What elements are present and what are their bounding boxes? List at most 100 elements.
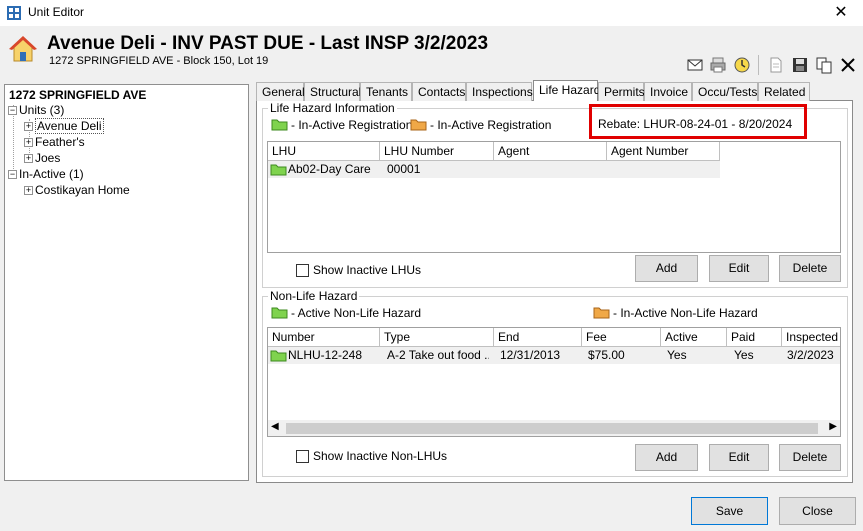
tab-related[interactable]: Related xyxy=(758,82,810,101)
lhu-grid[interactable]: LHU LHU Number Agent Agent Number Ab02-D… xyxy=(267,141,841,253)
legend-inactive-registration: - In-Active Registration xyxy=(410,118,551,132)
email-icon[interactable] xyxy=(686,56,704,74)
table-row[interactable]: Ab02-Day Care 00001 xyxy=(268,161,720,178)
collapse-icon[interactable]: − xyxy=(8,170,17,180)
column-header[interactable]: End xyxy=(494,328,582,347)
save-icon[interactable] xyxy=(791,56,809,74)
cell-lhu: Ab02-Day Care xyxy=(288,162,371,176)
column-header[interactable]: LHU xyxy=(268,142,380,161)
tree-node-label: In-Active (1) xyxy=(19,167,84,181)
tree-node-label: Feather's xyxy=(35,135,85,149)
legend-active-nlh: - Active Non-Life Hazard xyxy=(271,306,421,320)
nlh-grid[interactable]: Number Type End Fee Active Paid Inspecte… xyxy=(267,327,841,437)
expand-icon[interactable]: + xyxy=(24,138,33,148)
tree-node-costikayan-home[interactable]: + Costikayan Home xyxy=(24,183,130,197)
cell-active: Yes xyxy=(667,348,687,362)
scroll-right-icon[interactable]: ▶ xyxy=(829,421,837,432)
cell-fee: $75.00 xyxy=(588,348,625,362)
tree-node-label: Avenue Deli xyxy=(35,118,104,134)
green-folder-icon xyxy=(271,119,288,131)
app-icon xyxy=(7,6,21,20)
column-header[interactable]: Agent Number xyxy=(607,142,720,161)
tab-contacts[interactable]: Contacts xyxy=(412,82,466,101)
tab-permits[interactable]: Permits xyxy=(598,82,645,101)
tree-node-feathers[interactable]: + Feather's xyxy=(24,135,85,149)
expand-icon[interactable]: + xyxy=(24,122,33,132)
tab-inspections[interactable]: Inspections xyxy=(466,82,533,101)
column-header[interactable]: Agent xyxy=(494,142,607,161)
cell-lhu-number: 00001 xyxy=(387,162,421,176)
tab-invoice[interactable]: Invoice xyxy=(644,82,692,101)
save-button[interactable]: Save xyxy=(691,497,768,525)
cell-inspected: 3/2/2023 xyxy=(787,348,834,362)
house-icon xyxy=(9,36,37,62)
legend-label: - Active Non-Life Hazard xyxy=(291,306,422,320)
show-inactive-lhus-checkbox[interactable] xyxy=(296,264,309,277)
group-title: Non-Life Hazard xyxy=(268,289,360,303)
tree-root[interactable]: 1272 SPRINGFIELD AVE xyxy=(9,88,146,102)
show-inactive-nlhus-checkbox[interactable] xyxy=(296,450,309,463)
table-row[interactable]: NLHU-12-248 A-2 Take out food ... 12/31/… xyxy=(268,347,840,364)
print-icon[interactable] xyxy=(709,56,727,74)
expand-icon[interactable]: + xyxy=(24,186,33,196)
edit-nlh-button[interactable]: Edit xyxy=(709,444,769,471)
new-document-icon[interactable] xyxy=(767,56,785,74)
green-folder-icon xyxy=(270,164,287,176)
close-icon[interactable] xyxy=(839,56,857,74)
tab-structural[interactable]: Structural xyxy=(304,82,361,101)
title-bar xyxy=(0,0,863,26)
legend-label: - In-Active Registration xyxy=(430,118,552,132)
column-header[interactable]: Inspected xyxy=(782,328,840,347)
cell-paid: Yes xyxy=(734,348,754,362)
delete-lhu-button[interactable]: Delete xyxy=(779,255,841,282)
toolbar-separator xyxy=(758,55,759,75)
collapse-icon[interactable]: − xyxy=(8,106,17,116)
legend-label: - In-Active Non-Life Hazard xyxy=(613,306,758,320)
rebate-text: Rebate: LHUR-08-24-01 - 8/20/2024 xyxy=(598,117,793,131)
record-title: Avenue Deli - INV PAST DUE - Last INSP 3… xyxy=(47,33,489,54)
green-folder-icon xyxy=(271,307,288,319)
legend-active-registration: - In-Active Registration xyxy=(271,118,412,132)
horizontal-scrollbar[interactable]: ◀ ▶ xyxy=(268,420,840,436)
delete-nlh-button[interactable]: Delete xyxy=(779,444,841,471)
cell-type: A-2 Take out food ... xyxy=(387,348,489,362)
checkbox-label: Show Inactive Non-LHUs xyxy=(313,449,448,463)
clock-icon[interactable] xyxy=(733,56,751,74)
scroll-left-icon[interactable]: ◀ xyxy=(271,421,279,432)
column-header[interactable]: LHU Number xyxy=(380,142,494,161)
column-header[interactable]: Fee xyxy=(582,328,661,347)
tab-tenants[interactable]: Tenants xyxy=(360,82,412,101)
expand-icon[interactable]: + xyxy=(24,154,33,164)
tree-node-units[interactable]: − Units (3) xyxy=(8,103,64,117)
tab-general[interactable]: General xyxy=(256,82,305,101)
cell-number: NLHU-12-248 xyxy=(288,348,363,362)
edit-lhu-button[interactable]: Edit xyxy=(709,255,769,282)
copy-icon[interactable] xyxy=(815,56,833,74)
scroll-thumb[interactable] xyxy=(286,423,818,434)
tab-life-hazard[interactable]: Life Hazard xyxy=(533,80,600,101)
tree-node-inactive[interactable]: − In-Active (1) xyxy=(8,167,84,181)
green-folder-icon xyxy=(270,350,287,362)
tree-node-label: Joes xyxy=(35,151,61,165)
tree-node-joes[interactable]: + Joes xyxy=(24,151,60,165)
checkbox-label: Show Inactive LHUs xyxy=(313,263,422,277)
tab-occu-tests[interactable]: Occu/Tests xyxy=(692,82,758,101)
tree-node-label: Costikayan Home xyxy=(35,183,130,197)
group-title: Life Hazard Information xyxy=(268,101,397,115)
cell-end: 12/31/2013 xyxy=(500,348,561,362)
tree-node-label: Units (3) xyxy=(19,103,65,117)
column-header[interactable]: Number xyxy=(268,328,380,347)
column-header[interactable]: Type xyxy=(380,328,494,347)
add-lhu-button[interactable]: Add xyxy=(635,255,698,282)
add-nlh-button[interactable]: Add xyxy=(635,444,698,471)
tree-node-avenue-deli[interactable]: + Avenue Deli xyxy=(24,118,104,134)
window-title: Unit Editor xyxy=(28,5,85,19)
record-subtitle: 1272 SPRINGFIELD AVE - Block 150, Lot 19 xyxy=(49,55,269,67)
close-window-button[interactable]: ✕ xyxy=(826,2,856,24)
orange-folder-icon xyxy=(593,307,610,319)
close-button[interactable]: Close xyxy=(779,497,856,525)
column-header[interactable]: Active xyxy=(661,328,727,347)
property-tree[interactable]: 1272 SPRINGFIELD AVE − Units (3) + Avenue … xyxy=(4,84,249,481)
column-header[interactable]: Paid xyxy=(727,328,782,347)
orange-folder-icon xyxy=(410,119,427,131)
